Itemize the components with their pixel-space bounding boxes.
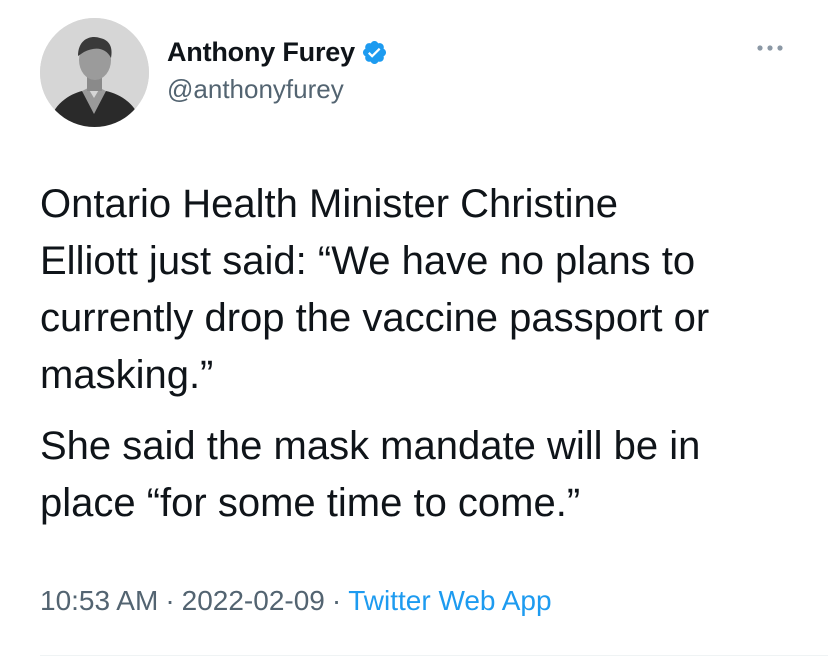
more-options-icon[interactable] bbox=[752, 40, 788, 56]
tweet-paragraph: Ontario Health Minister Christine Elliot… bbox=[40, 182, 710, 397]
meta-separator: · bbox=[331, 585, 342, 616]
name-row: Anthony Furey bbox=[167, 36, 388, 68]
tweet-card: Anthony Furey @anthonyfurey Ontario Heal… bbox=[0, 0, 828, 657]
display-name[interactable]: Anthony Furey bbox=[167, 37, 355, 68]
tweet-time[interactable]: 10:53 AM bbox=[40, 585, 158, 616]
handle[interactable]: @anthonyfurey bbox=[167, 74, 388, 105]
profile-photo-icon bbox=[40, 18, 149, 127]
tweet-paragraph: She said the mask mandate will be in pla… bbox=[40, 424, 701, 525]
author-block: Anthony Furey @anthonyfurey bbox=[167, 36, 388, 105]
verified-badge-icon bbox=[361, 39, 388, 66]
tweet-text: Ontario Health Minister Christine Elliot… bbox=[40, 176, 800, 532]
divider bbox=[40, 655, 828, 656]
avatar[interactable] bbox=[40, 18, 149, 127]
meta-separator: · bbox=[165, 585, 175, 616]
tweet-source-link[interactable]: Twitter Web App bbox=[348, 585, 551, 616]
tweet-date[interactable]: 2022-02-09 bbox=[182, 585, 325, 616]
tweet-meta: 10:53 AM · 2022-02-09 · Twitter Web App bbox=[40, 585, 552, 617]
